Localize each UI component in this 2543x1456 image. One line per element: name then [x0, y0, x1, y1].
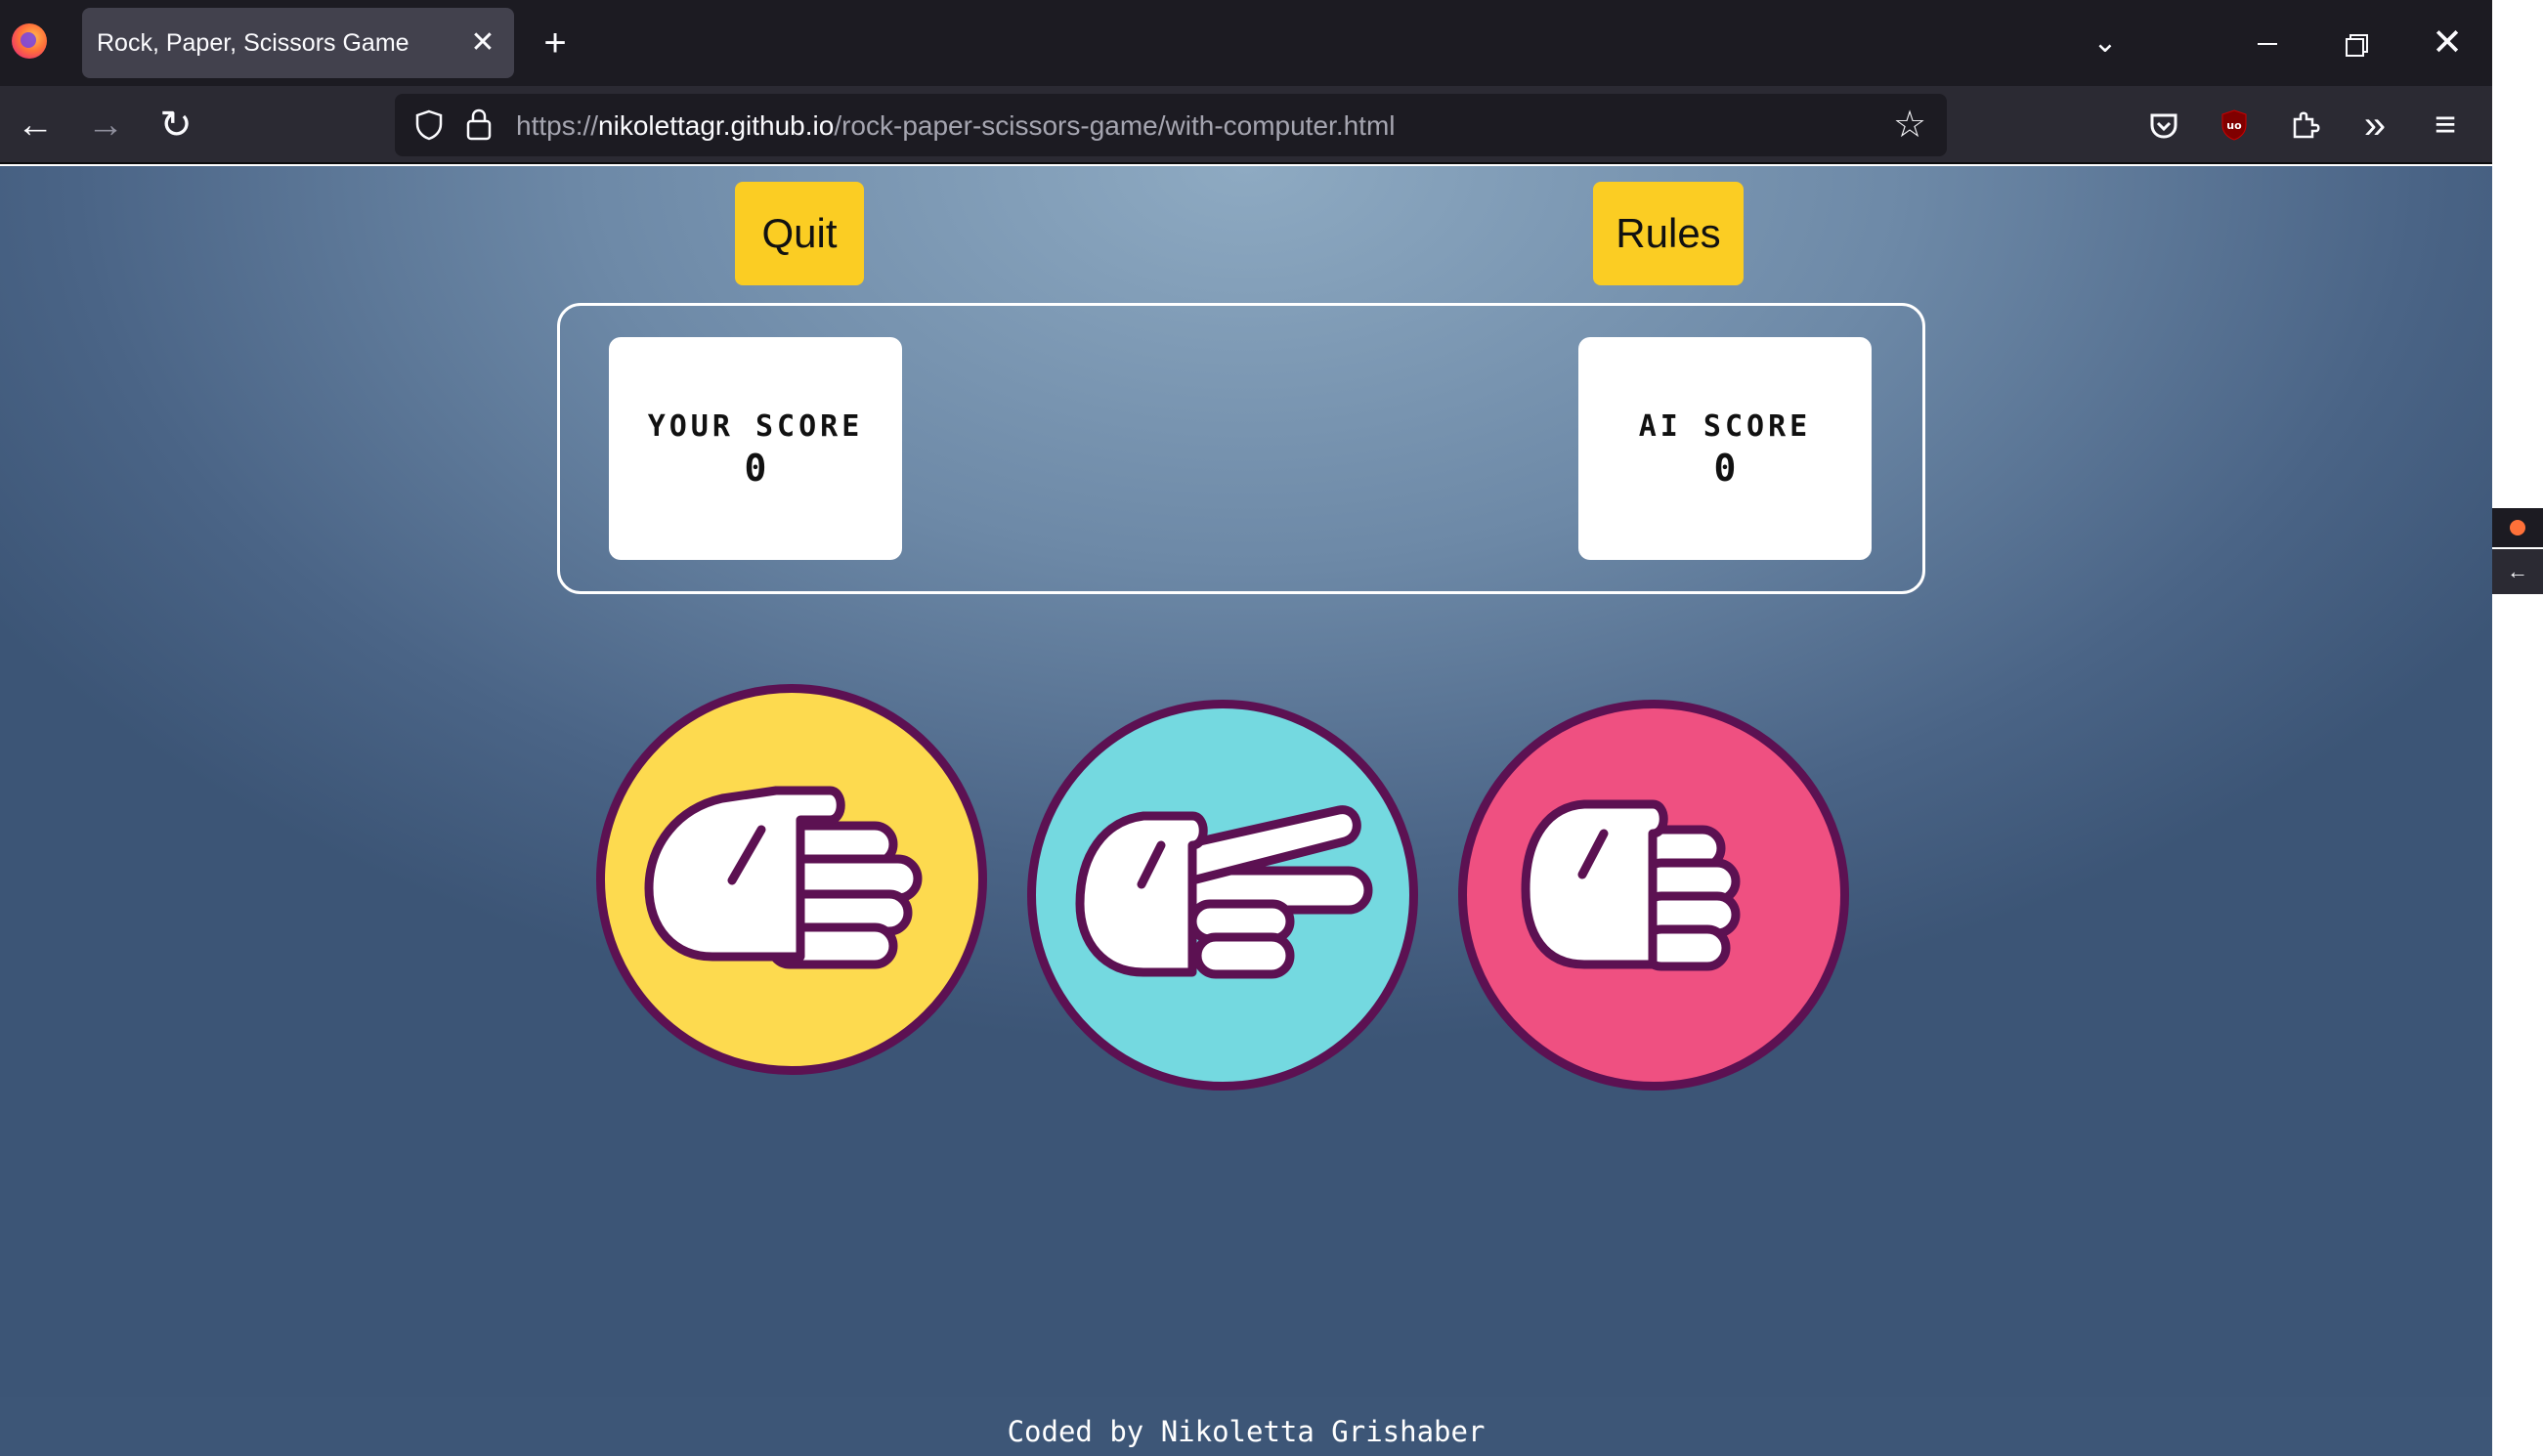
tracking-protection-shield-icon[interactable]	[414, 109, 444, 141]
url-path: /rock-paper-scissors-game/with-computer.…	[834, 110, 1396, 141]
paper-choice-button[interactable]	[596, 684, 987, 1075]
ai-score-label: AI SCORE	[1638, 409, 1812, 444]
quit-button[interactable]: Quit	[735, 182, 864, 285]
overflow-chevrons-icon[interactable]: »	[2349, 100, 2400, 150]
back-arrow-icon[interactable]: ←	[8, 98, 63, 152]
rules-button[interactable]: Rules	[1593, 182, 1744, 285]
footer-credit: Coded by Nikoletta Grishaber	[1007, 1415, 1486, 1448]
url-text[interactable]: https://nikolettagr.github.io/rock-paper…	[516, 110, 1396, 142]
ai-score-card: AI SCORE 0	[1578, 337, 1872, 560]
svg-text:uo: uo	[2226, 119, 2242, 132]
restore-window-button[interactable]	[2330, 18, 2385, 68]
rock-choice-button[interactable]	[1458, 700, 1849, 1091]
tab-bar: Rock, Paper, Scissors Game ✕ + ⌄ ✕	[0, 0, 2492, 86]
scoreboard: YOUR SCORE 0 AI SCORE 0	[557, 303, 1925, 594]
game-page: Quit Rules YOUR SCORE 0 AI SCORE 0 Coded…	[0, 166, 2492, 1456]
hamburger-menu-icon[interactable]: ≡	[2420, 100, 2471, 150]
scissors-choice-button[interactable]	[1027, 700, 1418, 1091]
reload-icon[interactable]: ↻	[149, 98, 203, 152]
rock-fist-icon	[1521, 799, 1741, 971]
firefox-mini-icon[interactable]	[2492, 508, 2543, 547]
your-score-card: YOUR SCORE 0	[609, 337, 902, 560]
close-tab-icon[interactable]: ✕	[461, 21, 504, 64]
padlock-icon[interactable]	[465, 107, 493, 141]
paper-hand-icon	[644, 786, 923, 969]
navigation-toolbar: ← → ↻ https://nikolettagr.github.io/rock…	[0, 86, 2492, 164]
bookmark-star-icon[interactable]: ☆	[1890, 106, 1929, 145]
scissors-hand-icon	[1075, 805, 1373, 979]
puzzle-icon[interactable]	[2279, 100, 2330, 150]
new-tab-button[interactable]: +	[534, 20, 577, 66]
address-bar[interactable]: https://nikolettagr.github.io/rock-paper…	[395, 94, 1947, 156]
minimize-window-button[interactable]	[2240, 18, 2295, 68]
url-scheme: https://	[516, 110, 599, 141]
forward-arrow-icon[interactable]: →	[78, 98, 133, 152]
tab-title: Rock, Paper, Scissors Game	[97, 29, 409, 57]
your-score-value: 0	[744, 447, 767, 490]
firefox-logo-icon[interactable]	[12, 23, 47, 59]
ublock-origin-icon[interactable]: uo	[2209, 100, 2260, 150]
pocket-icon[interactable]	[2138, 100, 2189, 150]
your-score-label: YOUR SCORE	[647, 409, 864, 444]
side-back-arrow-icon[interactable]: ←	[2492, 549, 2543, 594]
list-tabs-chevron-icon[interactable]: ⌄	[2078, 18, 2133, 68]
footer: Coded by Nikoletta Grishaber	[0, 1397, 2492, 1456]
tab-active[interactable]: Rock, Paper, Scissors Game ✕	[82, 8, 514, 78]
close-window-button[interactable]: ✕	[2420, 18, 2475, 68]
ai-score-value: 0	[1713, 447, 1737, 490]
url-host: nikolettagr.github.io	[598, 110, 835, 141]
side-window-strip: ←	[2492, 0, 2543, 1456]
